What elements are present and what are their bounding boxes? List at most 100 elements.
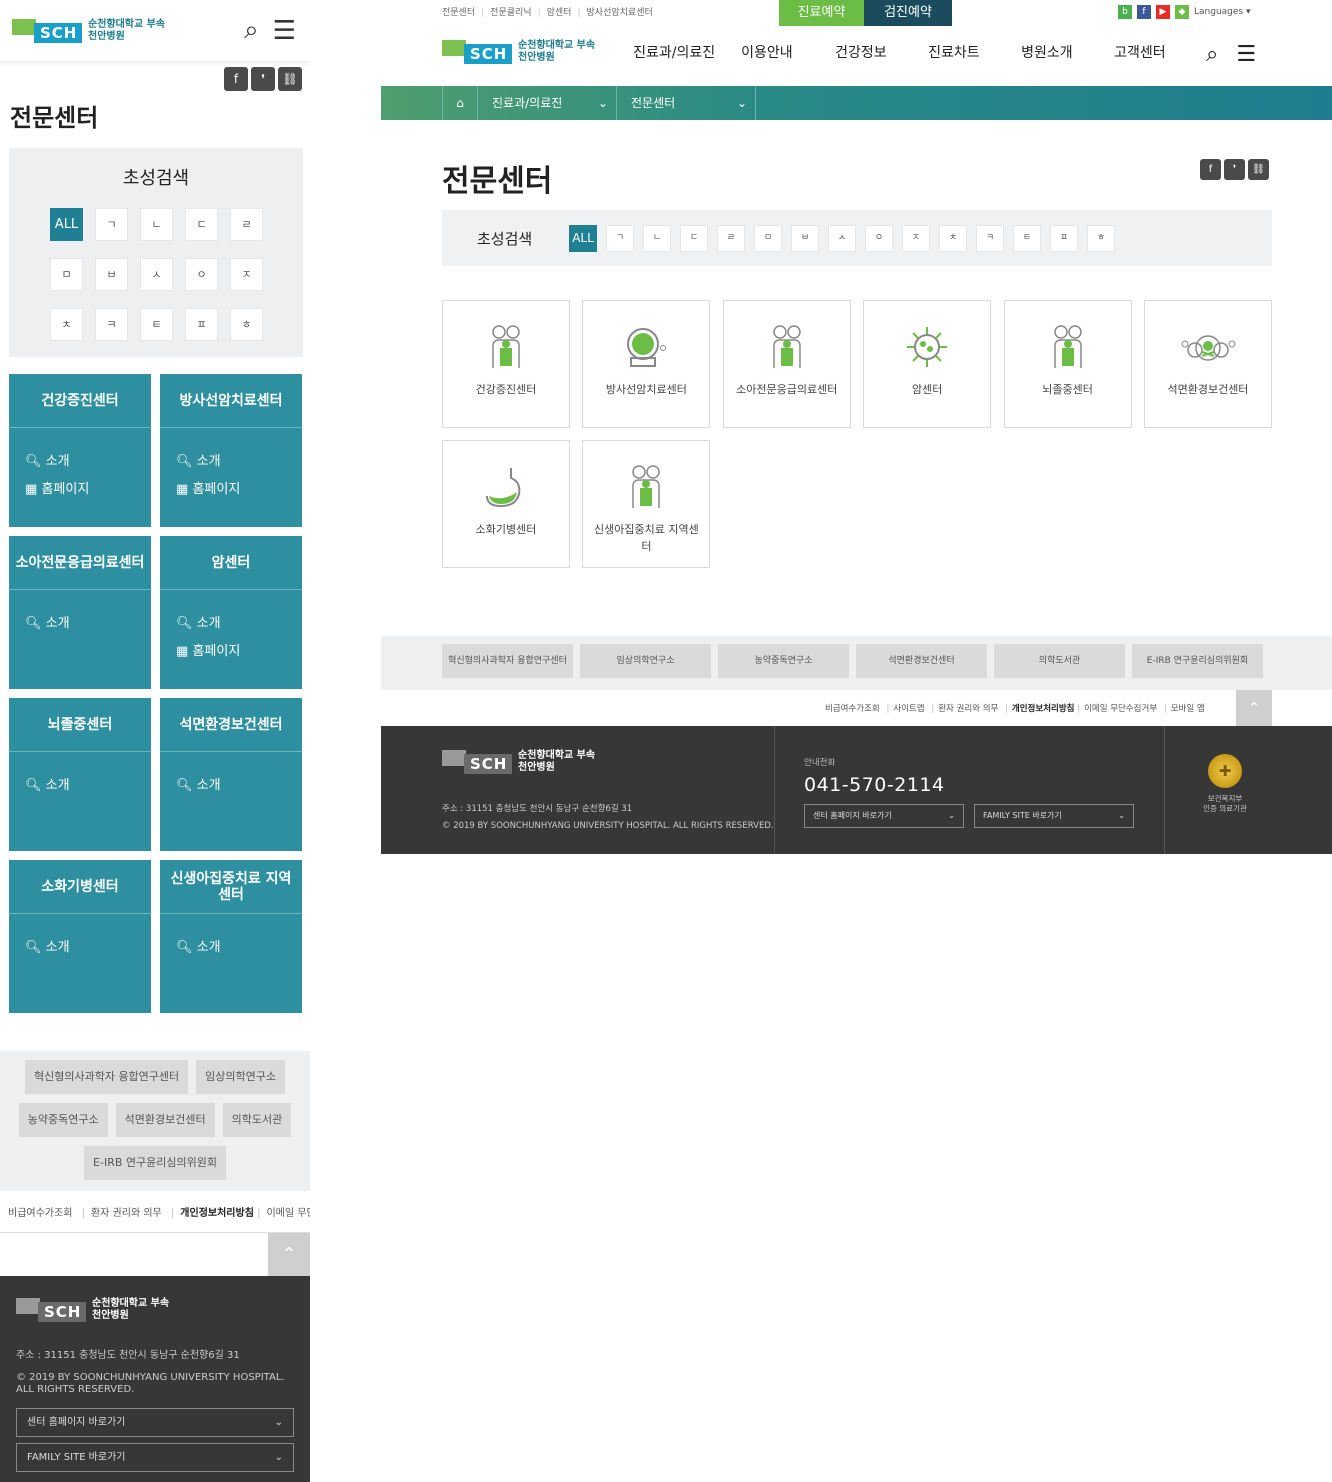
breadcrumb-item[interactable]: 전문센터 ⌄	[617, 86, 756, 120]
center-card[interactable]: 뇌졸중센터	[1003, 300, 1132, 428]
nav-item[interactable]: 진료과/의료진	[633, 42, 741, 62]
center-homepage-select[interactable]: 센터 홈페이지 바로가기 ⌄	[16, 1408, 294, 1437]
nav-item[interactable]: 건강정보	[835, 42, 928, 62]
homepage-link[interactable]: ▦ 홈페이지	[25, 478, 151, 497]
footer-link[interactable]: 이메일 무단수집거부	[266, 1208, 310, 1219]
center-card[interactable]: 신생아집중치료 지역센터	[582, 440, 711, 568]
related-site-button[interactable]: 임상의학연구소	[580, 644, 711, 678]
treatment-reservation-button[interactable]: 진료예약	[779, 0, 864, 26]
utility-link[interactable]: 전문클리닉	[490, 8, 531, 18]
intro-link[interactable]: 🔍︎ 소개	[176, 450, 302, 469]
link-icon[interactable]: ⛓	[1248, 159, 1269, 180]
intro-link[interactable]: 🔍︎ 소개	[25, 774, 151, 793]
intro-link[interactable]: 🔍︎ 소개	[25, 450, 151, 469]
facebook-icon[interactable]: f	[1137, 5, 1151, 19]
blog-icon[interactable]: ❜	[251, 67, 275, 91]
center-card-title[interactable]: 건강증진센터	[9, 374, 151, 428]
center-card[interactable]: 방사선암치료센터	[582, 300, 711, 428]
checkup-reservation-button[interactable]: 검진예약	[864, 0, 952, 26]
consonant-button[interactable]: ㅌ	[140, 308, 173, 341]
consonant-all-button[interactable]: ALL	[569, 224, 597, 252]
homepage-link[interactable]: ▦ 홈페이지	[176, 478, 302, 497]
center-homepage-select[interactable]: 센터 홈페이지 바로가기 ⌄	[804, 804, 964, 828]
menu-plus-icon[interactable]: ☰	[273, 16, 296, 46]
consonant-button[interactable]: ㅂ	[791, 224, 819, 252]
consonant-button[interactable]: ㄱ	[95, 208, 128, 241]
link-icon[interactable]: ⛓	[278, 67, 302, 91]
intro-link[interactable]: 🔍︎ 소개	[176, 936, 302, 955]
center-card-title[interactable]: 뇌졸중센터	[9, 698, 151, 752]
consonant-button[interactable]: ㄱ	[606, 224, 634, 252]
related-site-button[interactable]: 혁신형의사과학자 융합연구센터	[24, 1060, 189, 1094]
languages-select[interactable]: Languages ▾	[1194, 7, 1251, 17]
consonant-button[interactable]: ㅇ	[185, 258, 218, 291]
consonant-button[interactable]: ㅁ	[754, 224, 782, 252]
facebook-icon[interactable]: f	[224, 67, 248, 91]
consonant-button[interactable]: ㅈ	[230, 258, 263, 291]
home-icon[interactable]: ⌂	[442, 86, 478, 120]
consonant-button[interactable]: ㅇ	[865, 224, 893, 252]
footer-link[interactable]: 환자 권리와 의무	[91, 1208, 162, 1219]
center-card-title[interactable]: 소아전문응급의료센터	[9, 536, 151, 590]
related-site-button[interactable]: 혁신형의사과학자 융합연구센터	[442, 644, 573, 678]
center-card[interactable]: 건강증진센터	[442, 300, 570, 428]
hospital-logo[interactable]: SCH 순천향대학교 부속 천안병원	[12, 18, 165, 43]
breadcrumb-item[interactable]: 진료과/의료진 ⌄	[478, 86, 617, 120]
nav-item[interactable]: 진료차트	[928, 42, 1021, 62]
center-card[interactable]: 소아전문응급의료센터	[722, 300, 851, 428]
consonant-button[interactable]: ㅋ	[976, 224, 1004, 252]
homepage-link[interactable]: ▦ 홈페이지	[176, 640, 302, 659]
search-icon[interactable]: ⌕	[1206, 42, 1218, 67]
related-site-button[interactable]: E-IRB 연구윤리심의위원회	[84, 1146, 226, 1180]
center-card[interactable]: 암센터	[863, 300, 992, 428]
consonant-button[interactable]: ㅌ	[1013, 224, 1041, 252]
family-site-select[interactable]: FAMILY SITE 바로가기 ⌄	[974, 804, 1134, 828]
app-icon[interactable]: ◆	[1175, 5, 1189, 19]
center-card-title[interactable]: 소화기병센터	[9, 860, 151, 914]
footer-link[interactable]: 사이트맵	[893, 704, 924, 714]
consonant-button[interactable]: ㅋ	[95, 308, 128, 341]
footer-link[interactable]: 개인정보처리방침	[180, 1208, 254, 1219]
consonant-button[interactable]: ㅅ	[828, 224, 856, 252]
consonant-button[interactable]: ㄷ	[185, 208, 218, 241]
footer-link[interactable]: 환자 권리와 의무	[938, 704, 998, 714]
menu-plus-icon[interactable]: ☰	[1236, 42, 1256, 67]
facebook-icon[interactable]: f	[1200, 159, 1221, 180]
consonant-all-button[interactable]: ALL	[50, 208, 83, 241]
nav-item[interactable]: 고객센터	[1114, 42, 1194, 62]
blog-icon[interactable]: ❜	[1224, 159, 1245, 180]
utility-link[interactable]: 전문센터	[442, 8, 475, 18]
consonant-button[interactable]: ㅊ	[50, 308, 83, 341]
related-site-button[interactable]: 석면환경보건센터	[856, 644, 987, 678]
footer-link[interactable]: 모바일 앱	[1171, 704, 1205, 714]
footer-link[interactable]: 이메일 무단수집거부	[1084, 704, 1157, 714]
related-site-button[interactable]: E-IRB 연구윤리심의위원회	[1132, 644, 1263, 678]
youtube-icon[interactable]: ▶	[1156, 5, 1170, 19]
utility-link[interactable]: 암센터	[547, 8, 572, 18]
consonant-button[interactable]: ㄷ	[680, 224, 708, 252]
consonant-button[interactable]: ㅍ	[185, 308, 218, 341]
scroll-top-button[interactable]: ⌃	[268, 1233, 310, 1276]
nav-item[interactable]: 이용안내	[741, 42, 835, 62]
consonant-button[interactable]: ㄴ	[643, 224, 671, 252]
intro-link[interactable]: 🔍︎ 소개	[176, 774, 302, 793]
related-site-button[interactable]: 의학도서관	[222, 1103, 292, 1137]
related-site-button[interactable]: 석면환경보건센터	[115, 1103, 215, 1137]
consonant-button[interactable]: ㅂ	[95, 258, 128, 291]
consonant-button[interactable]: ㄹ	[230, 208, 263, 241]
related-site-button[interactable]: 농약중독연구소	[18, 1103, 108, 1137]
intro-link[interactable]: 🔍︎ 소개	[176, 612, 302, 631]
intro-link[interactable]: 🔍︎ 소개	[25, 936, 151, 955]
blog-icon[interactable]: b	[1118, 5, 1132, 19]
utility-link[interactable]: 방사선암치료센터	[587, 8, 653, 18]
related-site-button[interactable]: 임상의학연구소	[196, 1060, 286, 1094]
footer-link[interactable]: 개인정보처리방침	[1012, 704, 1075, 714]
scroll-top-button[interactable]: ⌃	[1236, 690, 1272, 726]
footer-link[interactable]: 비급여수가조회	[825, 704, 880, 714]
related-site-button[interactable]: 농약중독연구소	[718, 644, 849, 678]
related-site-button[interactable]: 의학도서관	[994, 644, 1125, 678]
search-icon[interactable]: ⌕	[244, 15, 259, 46]
consonant-button[interactable]: ㅅ	[140, 258, 173, 291]
hospital-logo[interactable]: SCH 순천향대학교 부속 천안병원	[442, 40, 595, 64]
center-card[interactable]: 석면환경보건센터	[1143, 300, 1272, 428]
